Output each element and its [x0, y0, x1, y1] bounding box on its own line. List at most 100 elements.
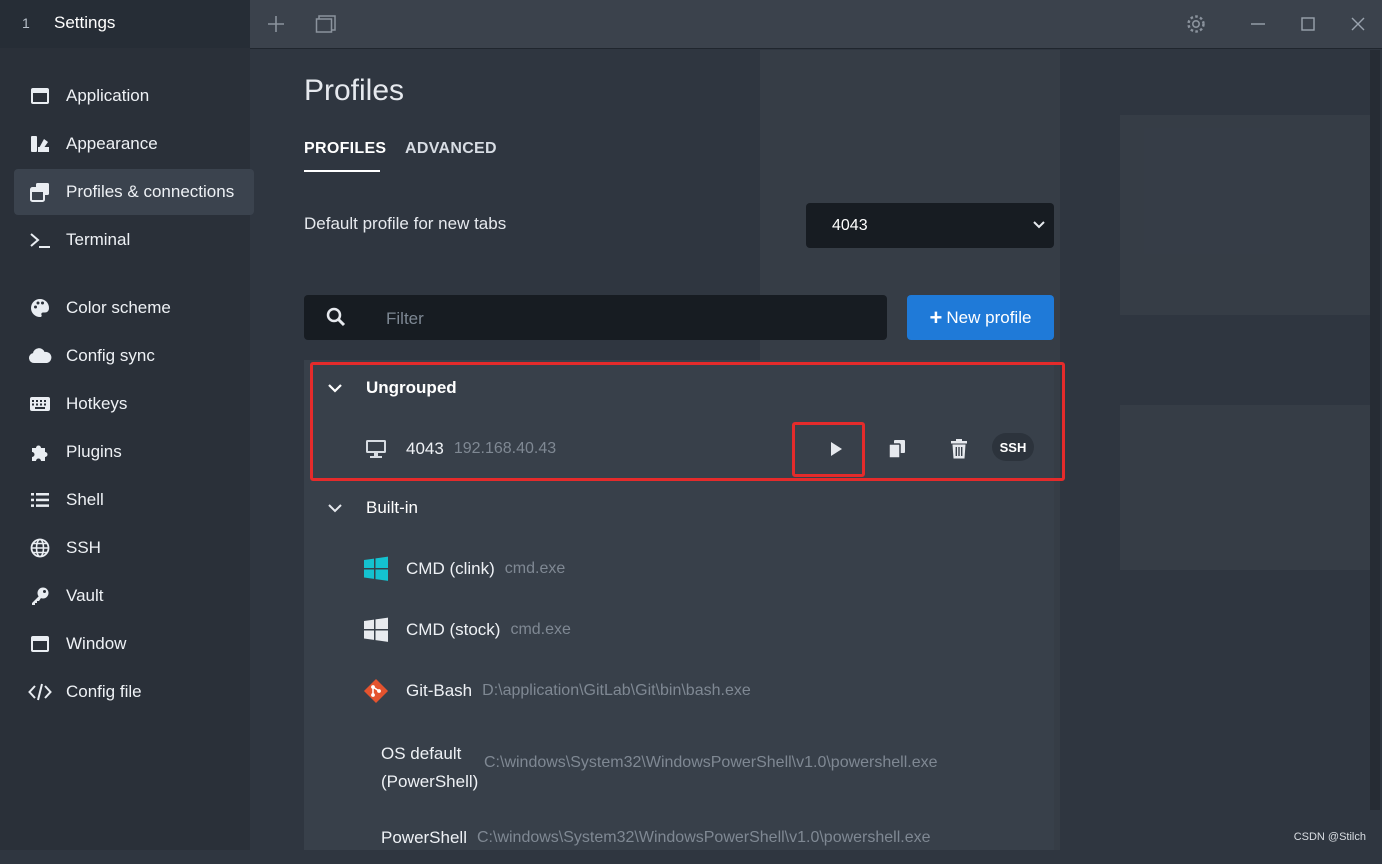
sidebar-item-label: Profiles & connections — [66, 182, 235, 201]
profile-text: CMD (stock) cmd.exe — [406, 620, 571, 640]
sidebar-item-plugins[interactable]: Plugins — [14, 429, 254, 475]
profile-list: Ungrouped 4043 192.168.40.43 SSH Built-i… — [304, 360, 1054, 850]
profile-name: 4043 — [406, 439, 444, 458]
profile-description: C:\windows\System32\WindowsPowerShell\v1… — [484, 754, 938, 771]
tab-title: Settings — [54, 13, 116, 32]
active-tab-indicator — [304, 170, 380, 172]
sidebar-item-profiles-connections[interactable]: Profiles & connections — [14, 169, 254, 215]
settings-sidebar: Application Appearance Profiles & connec… — [0, 48, 254, 850]
sidebar-item-window[interactable]: Window — [14, 621, 254, 667]
chevron-down-icon — [1032, 217, 1046, 236]
default-profile-label: Default profile for new tabs — [304, 214, 507, 233]
play-icon[interactable] — [822, 435, 850, 463]
code-icon — [14, 683, 66, 701]
profile-name: CMD (stock) — [406, 620, 501, 639]
new-profile-button[interactable]: + New profile — [907, 295, 1054, 340]
sidebar-item-label: Window — [66, 634, 127, 653]
profile-row[interactable]: CMD (stock) cmd.exe — [304, 602, 1054, 658]
window-icon — [14, 87, 66, 105]
watermark: CSDN @Stilch — [1293, 831, 1366, 843]
ssh-badge: SSH — [992, 433, 1034, 461]
profile-text: 4043 192.168.40.43 — [406, 439, 556, 459]
sidebar-item-color-scheme[interactable]: Color scheme — [14, 285, 254, 331]
chevron-down-icon — [304, 380, 366, 396]
trash-icon[interactable] — [945, 435, 973, 463]
profile-text: Git-Bash D:\application\GitLab\Git\bin\b… — [406, 681, 751, 701]
globe-icon — [14, 538, 66, 558]
search-icon — [326, 307, 346, 332]
sidebar-item-label: Config sync — [66, 346, 155, 365]
sidebar-item-label: Terminal — [66, 230, 131, 249]
tab-number: 1 — [22, 15, 30, 31]
profile-row[interactable]: CMD (clink) cmd.exe — [304, 541, 1054, 597]
profile-text: CMD (clink) cmd.exe — [406, 559, 565, 579]
group-name: Ungrouped — [366, 378, 457, 397]
sidebar-item-ssh[interactable]: SSH — [14, 525, 254, 571]
profile-text: PowerShell C:\windows\System32\WindowsPo… — [381, 828, 931, 848]
profile-row[interactable]: 4043 192.168.40.43 SSH — [304, 421, 1054, 477]
default-profile-value: 4043 — [832, 216, 868, 234]
sidebar-item-config-file[interactable]: Config file — [14, 669, 254, 715]
profile-description: D:\application\GitLab\Git\bin\bash.exe — [482, 682, 751, 699]
sidebar-item-label: Plugins — [66, 442, 122, 461]
gear-icon[interactable] — [1182, 0, 1210, 48]
profile-name: CMD (clink) — [406, 559, 495, 578]
group-header-ungrouped[interactable]: Ungrouped — [304, 360, 1054, 416]
tab-advanced[interactable]: ADVANCED — [405, 140, 497, 158]
profile-name: Git-Bash — [406, 681, 473, 700]
profile-name-block: OS default (PowerShell) — [381, 740, 478, 796]
close-icon[interactable] — [1344, 0, 1372, 48]
sidebar-item-hotkeys[interactable]: Hotkeys — [14, 381, 254, 427]
sidebar-item-label: Config file — [66, 682, 142, 701]
profile-row[interactable]: Git-Bash D:\application\GitLab\Git\bin\b… — [304, 663, 1054, 719]
group-name: Built-in — [366, 498, 418, 517]
scrollbar[interactable] — [1370, 50, 1380, 810]
profile-description: 192.168.40.43 — [453, 440, 557, 457]
title-bar-right — [250, 0, 1382, 49]
profile-row[interactable]: OS default (PowerShell) C:\windows\Syste… — [304, 730, 1054, 798]
window-icon — [14, 635, 66, 653]
monitor-icon — [362, 435, 390, 463]
profile-name: OS default — [381, 744, 462, 763]
copy-icon[interactable] — [883, 435, 911, 463]
list-icon — [14, 492, 66, 508]
sidebar-item-application[interactable]: Application — [14, 73, 254, 119]
profile-description: cmd.exe — [504, 560, 566, 577]
page-title: Profiles — [304, 74, 405, 107]
title-tab[interactable]: 1 Settings — [0, 0, 250, 48]
default-profile-select[interactable]: 4043 — [806, 203, 1054, 248]
sidebar-item-appearance[interactable]: Appearance — [14, 121, 254, 167]
group-header-built-in[interactable]: Built-in — [304, 480, 1054, 536]
maximize-icon[interactable] — [1294, 0, 1322, 48]
sidebar-item-label: Vault — [66, 586, 104, 605]
puzzle-icon — [14, 442, 66, 462]
filter-input[interactable] — [384, 295, 868, 342]
sidebar-item-label: Color scheme — [66, 298, 171, 317]
windows-logo-icon — [362, 555, 390, 583]
windows-logo-icon — [362, 616, 390, 644]
sidebar-item-shell[interactable]: Shell — [14, 477, 254, 523]
sidebar-item-label: Appearance — [66, 134, 158, 153]
title-bar: 1 Settings — [0, 0, 1382, 49]
sidebar-item-vault[interactable]: Vault — [14, 573, 254, 619]
window-icon[interactable] — [312, 0, 340, 48]
windows-stack-icon — [14, 182, 66, 202]
profile-description: C:\windows\System32\WindowsPowerShell\v1… — [477, 829, 931, 846]
cloud-icon — [14, 348, 66, 364]
profile-name: (PowerShell) — [381, 772, 479, 791]
profile-name: PowerShell — [381, 828, 467, 847]
profile-row[interactable]: PowerShell C:\windows\System32\WindowsPo… — [304, 812, 1054, 864]
brush-icon — [14, 134, 66, 154]
new-profile-label: New profile — [946, 307, 1032, 327]
plus-icon[interactable] — [262, 0, 290, 48]
minimize-icon[interactable] — [1244, 0, 1272, 48]
sidebar-item-label: Shell — [66, 490, 104, 509]
tab-profiles[interactable]: PROFILES — [304, 140, 386, 158]
terminal-icon — [14, 231, 66, 249]
filter-field[interactable] — [304, 295, 887, 342]
profile-description: cmd.exe — [510, 621, 571, 638]
sidebar-item-terminal[interactable]: Terminal — [14, 217, 254, 263]
sidebar-item-label: Hotkeys — [66, 394, 128, 413]
palette-icon — [14, 298, 66, 318]
sidebar-item-config-sync[interactable]: Config sync — [14, 333, 254, 379]
